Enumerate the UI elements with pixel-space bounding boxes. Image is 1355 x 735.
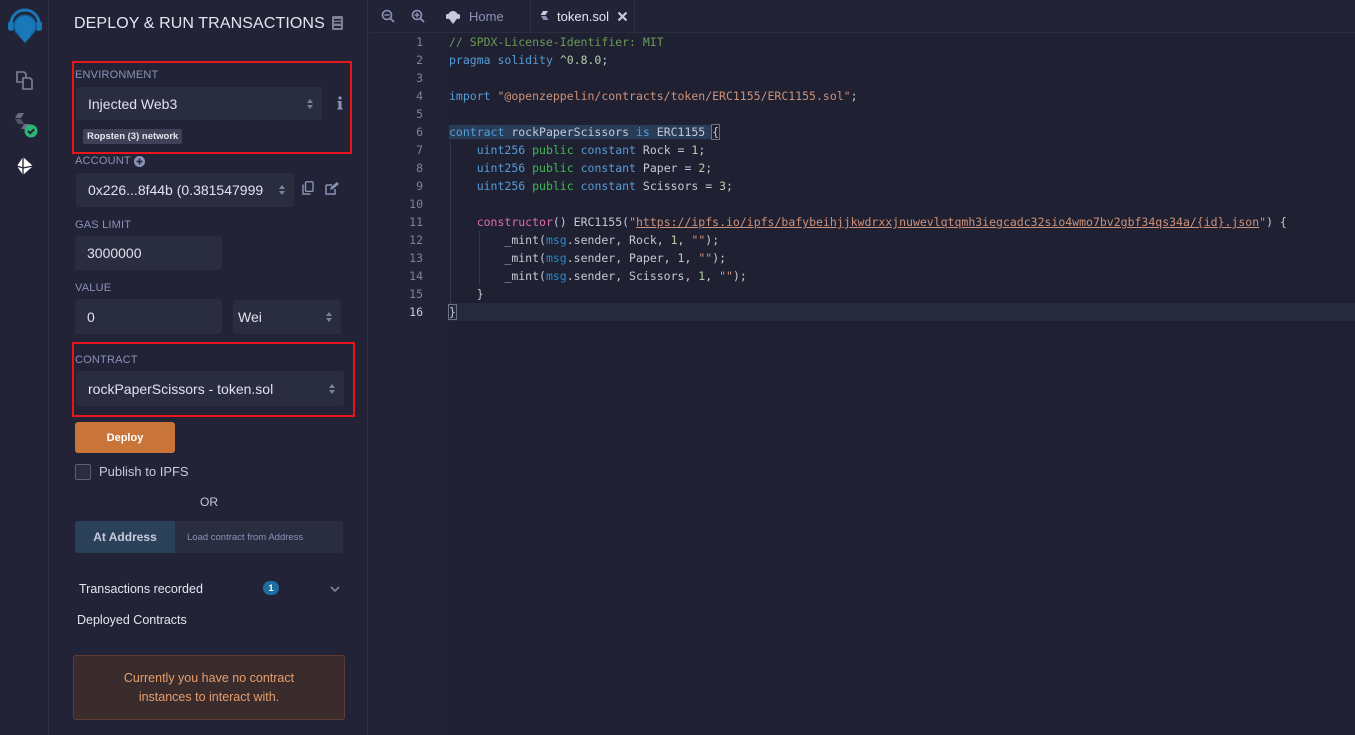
code-line-6: contract rockPaperScissors is ERC1155 {	[449, 124, 721, 140]
icon-bar	[0, 0, 49, 735]
value-unit: Wei	[238, 309, 262, 325]
deploy-run-icon[interactable]	[0, 146, 49, 186]
line-number: 8	[416, 161, 423, 175]
value-amount: 0	[87, 308, 95, 325]
code-line-9: uint256 public constant Scissors = 3;	[476, 179, 733, 193]
code-line-7: uint256 public constant Rock = 1;	[476, 143, 706, 157]
account-value: 0x226...8f44b (0.381547999	[88, 182, 264, 198]
line-number: 2	[416, 53, 423, 67]
line-number: 4	[416, 89, 423, 103]
select-arrows-icon	[329, 383, 335, 394]
tab-token-sol[interactable]: token.sol	[532, 0, 635, 33]
line-number: 6	[416, 125, 423, 139]
gas-limit-label: GAS LIMIT	[75, 219, 132, 231]
line-number: 10	[409, 197, 423, 211]
transactions-count-badge: 1	[263, 581, 279, 595]
line-number: 3	[416, 71, 423, 85]
zoom-out-icon[interactable]	[381, 9, 395, 23]
code-editor[interactable]: 1 2 3 4 5 6 7 8 9 10 11 12 13 14 15 16 // SPDX-License-…	[369, 33, 1355, 735]
tab-home-label: Home	[469, 9, 504, 24]
line-number: 13	[409, 251, 423, 265]
publish-ipfs-label: Publish to IPFS	[99, 464, 189, 479]
value-input[interactable]: 0	[75, 299, 222, 334]
code-line-12: _mint(msg.sender, Rock, 1, "");	[504, 233, 720, 247]
network-badge: Ropsten (3) network	[83, 129, 183, 144]
tab-home[interactable]: Home	[445, 0, 531, 33]
ipfs-url-link[interactable]: https://ipfs.io/ipfs/bafybeihjjkwdrxxjnu…	[636, 215, 1259, 229]
code-line-15: }	[449, 287, 484, 301]
select-arrows-icon	[279, 185, 285, 195]
code-line-8: uint256 public constant Paper = 2;	[476, 161, 713, 175]
or-divider: OR	[200, 495, 218, 509]
code-line-13: _mint(msg.sender, Paper, 1, "");	[504, 251, 727, 265]
solidity-compiler-icon[interactable]	[0, 104, 49, 144]
line-number: 16	[409, 305, 423, 319]
value-label: VALUE	[75, 282, 112, 294]
copy-address-icon[interactable]	[302, 181, 314, 195]
deployed-contracts-label: Deployed Contracts	[77, 613, 187, 627]
documentation-icon[interactable]	[332, 16, 344, 30]
remix-logo-icon[interactable]	[0, 4, 49, 48]
home-remix-icon	[446, 10, 460, 24]
solidity-file-icon	[540, 10, 549, 20]
info-icon[interactable]	[337, 96, 343, 110]
contract-label: CONTRACT	[75, 354, 138, 366]
line-number: 7	[416, 143, 423, 157]
environment-label: ENVIRONMENT	[75, 69, 159, 81]
line-number: 1	[416, 35, 423, 49]
no-instances-alert: Currently you have no contract instances…	[73, 655, 345, 720]
panel-title: DEPLOY & RUN TRANSACTIONS	[74, 15, 325, 32]
select-arrows-icon	[307, 98, 313, 109]
code-line-1: // SPDX-License-Identifier: MIT	[449, 35, 664, 49]
gas-limit-input[interactable]: 3000000	[75, 236, 222, 270]
sign-message-icon[interactable]	[325, 182, 339, 195]
chevron-down-icon[interactable]	[330, 584, 340, 594]
at-address-placeholder: Load contract from Address	[187, 531, 304, 543]
contract-select[interactable]: rockPaperScissors - token.sol	[76, 371, 344, 406]
publish-ipfs-checkbox[interactable]	[75, 464, 91, 480]
line-number: 12	[409, 233, 423, 247]
select-arrows-icon	[326, 312, 332, 322]
code-line-14: _mint(msg.sender, Scissors, 1, "");	[504, 269, 747, 283]
line-number: 5	[416, 107, 423, 121]
tab-token-sol-label: token.sol	[557, 9, 610, 24]
zoom-in-icon[interactable]	[411, 9, 425, 23]
editor-tabs: Home token.sol	[369, 0, 1355, 33]
account-label: ACCOUNT	[75, 155, 131, 167]
deploy-button[interactable]: Deploy	[75, 422, 175, 453]
file-explorer-icon[interactable]	[0, 60, 49, 100]
close-tab-icon[interactable]	[617, 11, 628, 22]
environment-value: Injected Web3	[88, 95, 178, 112]
remix-ide: DEPLOY & RUN TRANSACTIONS ENVIRONMENT In…	[0, 0, 1355, 735]
line-number: 9	[416, 179, 423, 193]
add-account-icon[interactable]	[134, 154, 145, 167]
code-line-11: constructor() ERC1155("https://ipfs.io/i…	[476, 215, 1287, 229]
account-select[interactable]: 0x226...8f44b (0.381547999	[76, 173, 294, 207]
transactions-recorded-label[interactable]: Transactions recorded	[79, 582, 203, 596]
code-line-16: }	[448, 304, 457, 320]
deploy-run-panel: DEPLOY & RUN TRANSACTIONS ENVIRONMENT In…	[50, 0, 368, 735]
code-line-2: pragma solidity ^0.8.0;	[449, 53, 609, 67]
line-number: 15	[409, 287, 423, 301]
contract-value: rockPaperScissors - token.sol	[88, 380, 274, 397]
at-address-button[interactable]: At Address	[75, 521, 175, 553]
at-address-input[interactable]: Load contract from Address	[175, 521, 343, 553]
code-line-4: import "@openzeppelin/contracts/token/ER…	[449, 89, 858, 103]
line-number: 14	[409, 269, 423, 283]
line-number: 11	[409, 215, 423, 229]
value-unit-select[interactable]: Wei	[233, 300, 341, 334]
environment-select[interactable]: Injected Web3	[76, 87, 322, 120]
gas-limit-value: 3000000	[87, 245, 142, 261]
